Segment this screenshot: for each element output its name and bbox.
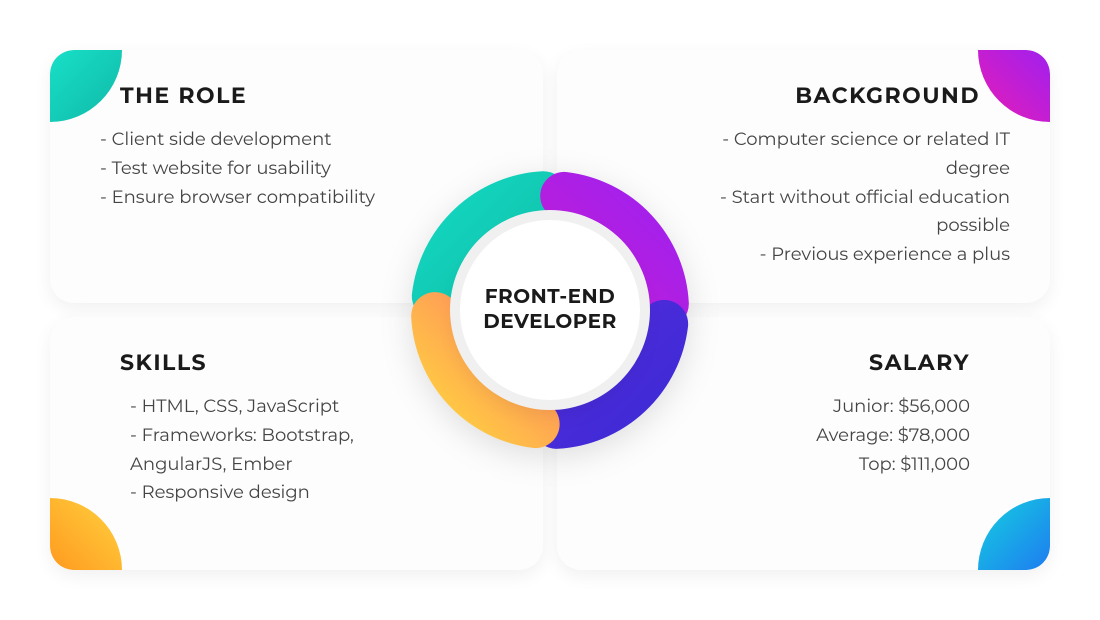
list-item: Junior: $56,000 [710,392,970,421]
accent-leaf-orange [50,498,122,570]
list-item: Start without official education possibl… [690,183,1010,241]
accent-leaf-blue [978,498,1050,570]
card-background: BACKGROUND Computer science or related I… [557,50,1050,303]
list-item: Test website for usability [100,154,410,183]
accent-leaf-teal [50,50,122,122]
info-grid: THE ROLE Client side developmentTest web… [50,50,1050,570]
card-role-items: Client side developmentTest website for … [90,125,410,211]
card-background-items: Computer science or related IT degreeSta… [690,125,1010,269]
card-role: THE ROLE Client side developmentTest web… [50,50,543,303]
card-skills-title: SKILLS [90,349,503,376]
card-salary-items: Junior: $56,000Average: $78,000Top: $111… [710,392,1010,478]
list-item: Responsive design [130,478,410,507]
list-item: HTML, CSS, JavaScript [130,392,410,421]
card-salary: SALARY Junior: $56,000Average: $78,000To… [557,317,1050,570]
list-item: Top: $111,000 [710,450,970,479]
list-item: Computer science or related IT degree [690,125,1010,183]
list-item: Frameworks: Bootstrap, AngularJS, Ember [130,421,410,479]
accent-leaf-magenta [978,50,1050,122]
card-skills-items: HTML, CSS, JavaScriptFrameworks: Bootstr… [90,392,410,507]
list-item: Ensure browser compatibility [100,183,410,212]
list-item: Client side development [100,125,410,154]
card-background-title: BACKGROUND [597,82,1010,109]
card-salary-title: SALARY [597,349,1010,376]
card-skills: SKILLS HTML, CSS, JavaScriptFrameworks: … [50,317,543,570]
list-item: Previous experience a plus [690,240,1010,269]
list-item: Average: $78,000 [710,421,970,450]
card-role-title: THE ROLE [90,82,503,109]
